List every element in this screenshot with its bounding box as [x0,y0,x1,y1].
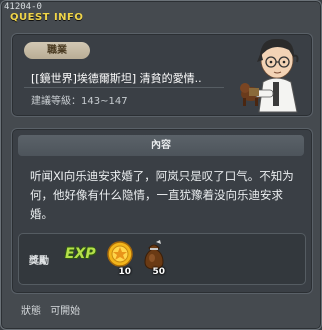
quest-info-panel: 職業 [[鏡世界]埃德爾斯坦] 清貧的愛情.. 建議等級：143~147 [11,33,313,117]
level-requirement: 建議等級：143~147 [31,96,128,107]
window-title: QUEST INFO [10,12,84,23]
item-quantity: 10 [118,267,131,277]
quest-id: 41204-0 [4,2,42,12]
item-quantity: 50 [152,267,165,277]
quest-description: 听闻Ⅺ向乐迪安求婚了，阿岚只是叹了口气。不知为何，他好像有什么隐情，一直犹豫着没… [30,169,294,221]
reward-item-gold-medal[interactable]: 10 [105,238,135,278]
content-header: 內容 [18,135,304,156]
divider [24,87,224,88]
quest-name: [[鏡世界]埃德爾斯坦] 清貧的愛情.. [31,72,202,85]
npc-portrait [240,38,299,113]
reward-box: 獎勵 EXP 10 50 [18,233,306,285]
status-label: 狀態 [21,306,41,317]
quest-status: 狀態 可開始 [21,302,80,317]
quest-info-window: 41204-0 QUEST INFO 職業 [[鏡世界]埃德爾斯坦] 清貧的愛情… [0,0,322,330]
status-value: 可開始 [50,306,81,317]
job-badge: 職業 [24,42,90,59]
reward-label: 獎勵 [29,256,49,267]
content-panel: 內容 听闻Ⅺ向乐迪安求婚了，阿岚只是叹了口气。不知为何，他好像有什么隐情，一直犹… [11,128,313,294]
reward-item-sack[interactable]: 50 [139,238,169,278]
exp-icon: EXP [65,246,96,262]
